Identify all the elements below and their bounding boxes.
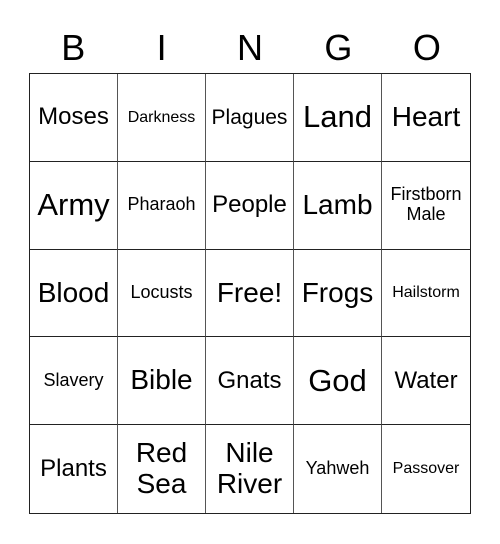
bingo-cell[interactable]: Darkness <box>118 74 206 162</box>
bingo-cell[interactable]: Water <box>382 337 470 426</box>
bingo-cell[interactable]: Firstborn Male <box>382 162 470 250</box>
bingo-cell[interactable]: Bible <box>118 337 206 426</box>
header-letter-o: O <box>412 27 441 68</box>
header-letter-n: N <box>237 27 264 68</box>
bingo-cell[interactable]: Passover <box>382 425 470 513</box>
header-letter-g: G <box>324 27 353 68</box>
bingo-cell[interactable]: Frogs <box>294 249 382 338</box>
header-letter-i: I <box>156 27 167 68</box>
bingo-cell[interactable]: People <box>206 161 294 250</box>
bingo-cell[interactable]: Yahweh <box>294 425 382 513</box>
bingo-cell[interactable]: Nile River <box>206 425 294 513</box>
bingo-cell[interactable]: Plagues <box>206 74 294 162</box>
bingo-cell[interactable]: Land <box>294 74 382 162</box>
bingo-cell[interactable]: Hailstorm <box>382 250 470 338</box>
bingo-cell[interactable]: Moses <box>30 74 118 162</box>
bingo-cell[interactable]: Plants <box>30 425 118 513</box>
bingo-cell[interactable]: Gnats <box>206 337 294 426</box>
bingo-card-grid: Moses Darkness Plagues Land Heart Army P… <box>29 73 471 514</box>
bingo-cell[interactable]: Heart <box>382 74 470 162</box>
bingo-cell[interactable]: Pharaoh <box>118 161 206 250</box>
bingo-cell[interactable]: Red Sea <box>118 425 206 513</box>
bingo-cell[interactable]: Slavery <box>30 337 118 426</box>
bingo-cell[interactable]: God <box>294 337 382 426</box>
header-letter-b: B <box>61 27 86 68</box>
bingo-cell[interactable]: Blood <box>30 249 118 338</box>
bingo-cell[interactable]: Army <box>30 161 118 250</box>
bingo-header: B I N G O <box>29 26 471 70</box>
bingo-cell[interactable]: Locusts <box>118 249 206 338</box>
free-space-cell[interactable]: Free! <box>206 249 294 338</box>
bingo-cell[interactable]: Lamb <box>294 161 382 250</box>
